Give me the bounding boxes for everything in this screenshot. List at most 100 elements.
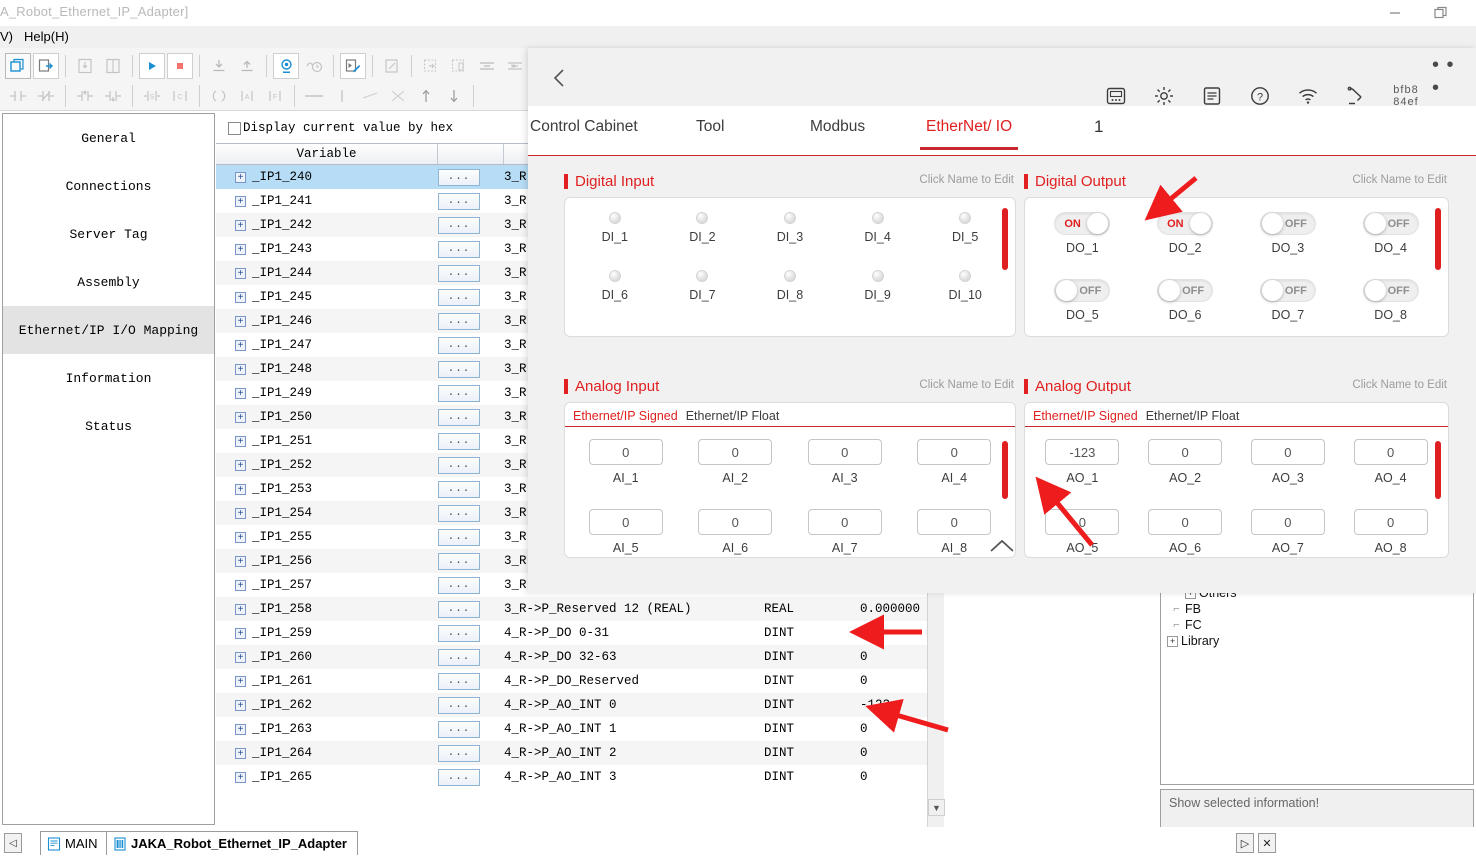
analog-input-label[interactable]: AI_3 [832,471,858,485]
browse-button[interactable]: ... [438,409,480,426]
download-icon[interactable] [206,53,232,79]
ao-tab-signed[interactable]: Ethernet/IP Signed [1033,409,1138,426]
row-expander[interactable]: + [216,220,252,231]
browse-button[interactable]: ... [438,265,480,282]
coil-icon[interactable] [206,83,232,109]
analog-input-value-box[interactable]: 0 [808,439,882,465]
expand-plus-icon[interactable]: + [235,268,246,279]
row-expander[interactable]: + [216,460,252,471]
tree-item-fc[interactable]: ⌐ FC [1167,617,1473,633]
row-expander[interactable]: + [216,196,252,207]
di-label[interactable]: DI_1 [602,230,628,244]
monitor-icon[interactable] [273,53,299,79]
browse-button[interactable]: ... [438,577,480,594]
digital-output-item[interactable]: OFFDO_6 [1134,279,1237,322]
digital-input-item[interactable]: DI_5 [921,212,1009,244]
expand-plus-icon[interactable]: + [235,196,246,207]
analog-output-value-box[interactable]: 0 [1354,439,1428,465]
tab-ethernet-io[interactable]: EtherNet/ IO [926,118,1012,136]
tab-scroll-left-button[interactable]: ◁ [4,833,22,853]
analog-input-item[interactable]: 0AI_4 [900,439,1010,485]
browse-button[interactable]: ... [438,385,480,402]
menu-view[interactable]: V) [0,29,13,44]
row-expander[interactable]: + [216,268,252,279]
row-expander[interactable]: + [216,412,252,423]
analog-output-value-box[interactable]: 0 [1251,439,1325,465]
digital-input-item[interactable]: DI_1 [571,212,659,244]
run-icon[interactable] [139,53,165,79]
browse-button[interactable]: ... [438,697,480,714]
browse-button[interactable]: ... [438,529,480,546]
nav-item-general[interactable]: General [3,114,214,162]
hex-display-checkbox[interactable] [228,122,241,135]
browse-button[interactable]: ... [438,241,480,258]
analog-output-item[interactable]: 0AO_3 [1237,439,1340,485]
row-expander[interactable]: + [216,628,252,639]
download-project-icon[interactable] [72,53,98,79]
digital-output-item[interactable]: OFFDO_8 [1339,279,1442,322]
analog-input-value-box[interactable]: 0 [589,439,663,465]
window-minimize-button[interactable] [1372,0,1418,26]
expand-plus-icon[interactable]: + [235,628,246,639]
row-expander[interactable]: + [216,724,252,735]
browse-button[interactable]: ... [438,721,480,738]
tree-item-library[interactable]: + Library [1167,633,1473,649]
do-label[interactable]: DO_7 [1272,308,1305,322]
analog-output-label[interactable]: AO_1 [1066,471,1098,485]
table-row[interactable]: +_IP1_259...4_R->P_DO 0-31DINT3 [216,621,944,645]
digital-input-item[interactable]: DI_2 [659,212,747,244]
compare-project-icon[interactable] [100,53,126,79]
analog-output-item[interactable]: 0AO_2 [1134,439,1237,485]
expand-plus-icon[interactable]: + [235,460,246,471]
expand-plus-icon[interactable]: + [235,316,246,327]
upload-icon[interactable] [234,53,260,79]
browse-button[interactable]: ... [438,433,480,450]
row-expander[interactable]: + [216,436,252,447]
run-edit-icon[interactable] [340,53,366,79]
trace-icon[interactable] [301,53,327,79]
contact-no-icon[interactable] [5,83,31,109]
nav-item-connections[interactable]: Connections [3,162,214,210]
analog-input-value-box[interactable]: 0 [698,439,772,465]
do-toggle[interactable]: ON [1157,212,1213,235]
expand-plus-icon[interactable]: + [235,652,246,663]
row-expander[interactable]: + [216,244,252,255]
digital-output-item[interactable]: OFFDO_7 [1237,279,1340,322]
browse-button[interactable]: ... [438,745,480,762]
analog-output-value-box[interactable]: 0 [1148,439,1222,465]
do-label[interactable]: DO_5 [1066,308,1099,322]
do-toggle[interactable]: ON [1054,212,1110,235]
digital-output-item[interactable]: OFFDO_5 [1031,279,1134,322]
di-label[interactable]: DI_4 [864,230,890,244]
table-row[interactable]: +_IP1_258...3_R->P_Reserved 12 (REAL)REA… [216,597,944,621]
row-expander[interactable]: + [216,388,252,399]
arrow-up-icon[interactable] [413,83,439,109]
expand-plus-icon[interactable]: + [235,724,246,735]
expand-plus-icon[interactable]: + [235,580,246,591]
row-expander[interactable]: + [216,604,252,615]
di-scroll-indicator[interactable] [1002,208,1008,270]
nav-item-status[interactable]: Status [3,402,214,450]
table-row[interactable]: +_IP1_260...4_R->P_DO 32-63DINT0 [216,645,944,669]
row-expander[interactable]: + [216,676,252,687]
expand-plus-icon[interactable]: + [235,700,246,711]
tab-scroll-right-button[interactable]: ▷ [1236,833,1254,853]
expand-plus-icon[interactable]: + [235,508,246,519]
contact-falling-icon[interactable] [100,83,126,109]
browse-button[interactable]: ... [438,169,480,186]
bottom-tab-main[interactable]: MAIN [40,831,109,855]
digital-output-item[interactable]: ONDO_1 [1031,212,1134,255]
analog-output-item[interactable]: 0AO_4 [1339,439,1442,485]
di-label[interactable]: DI_10 [949,288,982,302]
coil-a-icon[interactable]: A [234,83,260,109]
analog-input-label[interactable]: AI_1 [613,471,639,485]
analog-input-label[interactable]: AI_4 [941,471,967,485]
tree-item-fb[interactable]: ⌐ FB [1167,601,1473,617]
do-label[interactable]: DO_2 [1169,241,1202,255]
horizontal-line-icon[interactable] [301,83,327,109]
delete-cross-icon[interactable] [385,83,411,109]
digital-input-item[interactable]: DI_6 [571,270,659,302]
browse-button[interactable]: ... [438,193,480,210]
tab-modbus[interactable]: Modbus [810,118,865,136]
digital-input-item[interactable]: DI_9 [834,270,922,302]
